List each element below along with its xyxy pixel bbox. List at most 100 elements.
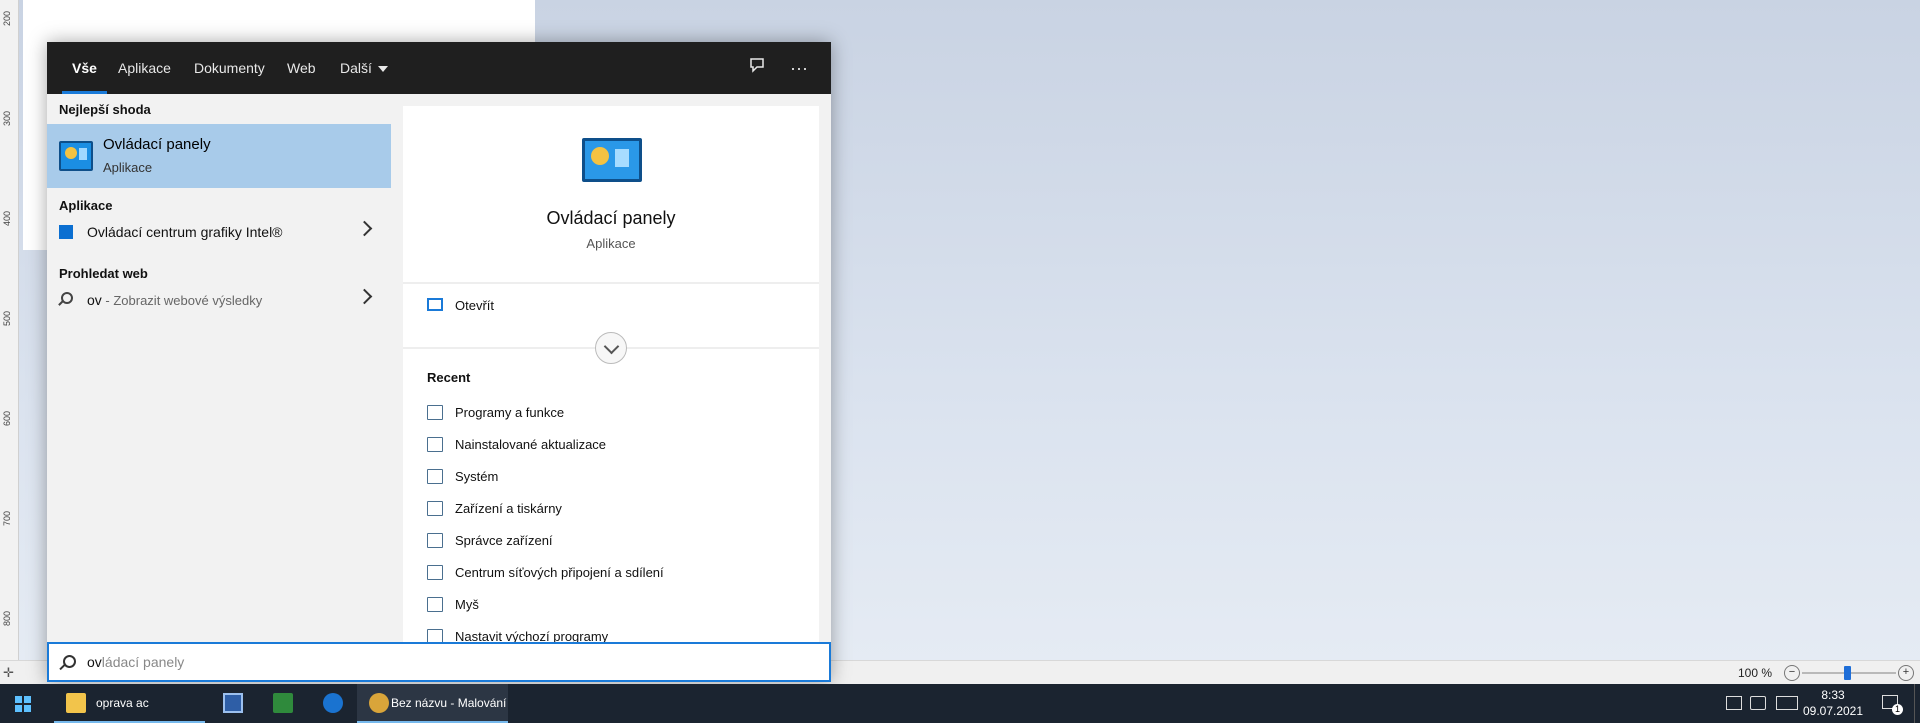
- taskbar-item-mail[interactable]: [311, 684, 355, 723]
- spreadsheet-icon: [273, 693, 293, 713]
- ruler-tick: 300: [2, 110, 12, 126]
- expand-chevron-button[interactable]: [595, 332, 627, 364]
- windows-logo-icon: [15, 696, 31, 712]
- tab-web[interactable]: Web: [287, 42, 316, 94]
- recent-item-label: Správce zařízení: [455, 533, 553, 548]
- recent-item-label: Systém: [455, 469, 499, 484]
- control-panel-icon: [582, 138, 642, 182]
- volume-icon[interactable]: [1750, 696, 1766, 710]
- recent-heading: Recent: [427, 370, 471, 385]
- programs-icon: [427, 405, 443, 420]
- floppy-icon: [223, 693, 243, 713]
- notification-badge: 1: [1892, 704, 1903, 715]
- recent-item[interactable]: Programy a funkce: [427, 401, 807, 427]
- paint-icon: [369, 693, 389, 713]
- keyboard-icon[interactable]: [1776, 696, 1798, 710]
- recent-item-label: Centrum síťových připojení a sdílení: [455, 565, 664, 580]
- recent-item[interactable]: Myš: [427, 593, 807, 619]
- start-button[interactable]: [0, 684, 48, 723]
- taskbar-item-label: oprava ac: [96, 696, 149, 710]
- device-manager-icon: [427, 533, 443, 548]
- zoom-slider[interactable]: − +: [1784, 664, 1914, 682]
- recent-item[interactable]: Zařízení a tiskárny: [427, 497, 807, 523]
- chevron-right-icon[interactable]: [356, 288, 373, 305]
- ruler-tick: 200: [2, 10, 12, 26]
- ruler-tick: 400: [2, 210, 12, 226]
- zoom-slider-thumb[interactable]: [1844, 666, 1851, 680]
- recent-item-label: Programy a funkce: [455, 405, 565, 420]
- taskbar-item-explorer[interactable]: oprava ac: [54, 684, 205, 723]
- open-icon: [427, 298, 443, 311]
- recent-item-label: Zařízení a tiskárny: [455, 501, 562, 516]
- show-desktop-button[interactable]: [1914, 684, 1920, 723]
- result-detail-pane: Ovládací panely Aplikace Otevřít Recent …: [403, 106, 819, 682]
- control-panel-icon: [59, 141, 93, 171]
- network-icon[interactable]: [1726, 696, 1742, 710]
- search-icon: [63, 655, 76, 668]
- divider: [403, 282, 819, 284]
- best-match-heading: Nejlepší shoda: [59, 102, 151, 117]
- apps-heading: Aplikace: [59, 198, 113, 213]
- caret-down-icon: [377, 66, 388, 73]
- tab-documents[interactable]: Dokumenty: [194, 42, 265, 94]
- recent-item[interactable]: Nainstalované aktualizace: [427, 433, 807, 459]
- web-search-text: ov - Zobrazit webové výsledky: [87, 292, 262, 308]
- tab-all[interactable]: Vše: [62, 42, 107, 94]
- search-input[interactable]: ovládací panely: [47, 642, 831, 682]
- best-match-result[interactable]: Ovládací panely Aplikace: [47, 124, 391, 188]
- ruler-tick: 500: [2, 310, 12, 326]
- folder-icon: [66, 693, 86, 713]
- system-icon: [427, 469, 443, 484]
- recent-item[interactable]: Centrum síťových připojení a sdílení: [427, 561, 807, 587]
- tab-label: Vše: [72, 60, 97, 76]
- web-query: ov: [87, 292, 102, 308]
- zoom-out-button[interactable]: −: [1784, 665, 1800, 681]
- ruler-tick: 600: [2, 410, 12, 426]
- vertical-ruler: 200 300 400 500 600 700 800: [0, 0, 19, 660]
- printer-icon: [427, 501, 443, 516]
- crosshair-icon: ✛: [3, 665, 14, 680]
- tab-label: Dokumenty: [194, 60, 265, 76]
- tab-apps[interactable]: Aplikace: [118, 42, 171, 94]
- recent-item[interactable]: Správce zařízení: [427, 529, 807, 555]
- recent-item-label: Nainstalované aktualizace: [455, 437, 607, 452]
- open-label: Otevřít: [455, 298, 495, 313]
- detail-title: Ovládací panely: [546, 208, 676, 228]
- mail-icon: [323, 693, 343, 713]
- updates-icon: [427, 437, 443, 452]
- list-item-web-search[interactable]: ov - Zobrazit webové výsledky: [47, 283, 391, 317]
- tab-more[interactable]: Další: [340, 42, 388, 94]
- zoom-in-button[interactable]: +: [1898, 665, 1914, 681]
- taskbar-item-paint[interactable]: Bez názvu - Malování: [357, 684, 508, 723]
- tab-label: Další: [340, 60, 372, 76]
- best-match-title: Ovládací panely: [103, 136, 211, 153]
- tab-label: Aplikace: [118, 60, 171, 76]
- clock-date[interactable]: 09.07.2021: [1802, 704, 1864, 718]
- zoom-level: 100 %: [1738, 666, 1773, 680]
- system-tray: [1720, 684, 1800, 723]
- web-search-heading: Prohledat web: [59, 266, 148, 281]
- best-match-subtitle: Aplikace: [103, 160, 153, 175]
- search-input-text[interactable]: ovládací panely: [87, 654, 184, 670]
- search-icon: [61, 292, 73, 304]
- search-tab-bar: Vše Aplikace Dokumenty Web Další ···: [47, 42, 831, 94]
- taskbar-item-floppy[interactable]: [211, 684, 255, 723]
- web-hint: - Zobrazit webové výsledky: [101, 293, 263, 308]
- typed-text: ov: [87, 654, 102, 670]
- more-options-icon[interactable]: ···: [787, 56, 811, 80]
- tab-label: Web: [287, 60, 316, 76]
- taskbar-item-spreadsheet[interactable]: [261, 684, 305, 723]
- recent-item-label: Myš: [455, 597, 479, 612]
- ruler-tick: 800: [2, 610, 12, 626]
- network-icon: [427, 565, 443, 580]
- windows-search-panel: Vše Aplikace Dokumenty Web Další ··· Nej…: [47, 42, 831, 682]
- intel-graphics-icon: [59, 225, 73, 239]
- ruler-tick: 700: [2, 510, 12, 526]
- recent-item[interactable]: Systém: [427, 465, 807, 491]
- detail-subtitle: Aplikace: [586, 236, 636, 251]
- feedback-icon[interactable]: [745, 56, 769, 80]
- chevron-right-icon[interactable]: [356, 220, 373, 237]
- clock-time[interactable]: 8:33: [1808, 688, 1858, 702]
- app-result-title: Ovládací centrum grafiky Intel®: [87, 224, 283, 240]
- list-item-intel-graphics[interactable]: Ovládací centrum grafiky Intel®: [47, 215, 391, 249]
